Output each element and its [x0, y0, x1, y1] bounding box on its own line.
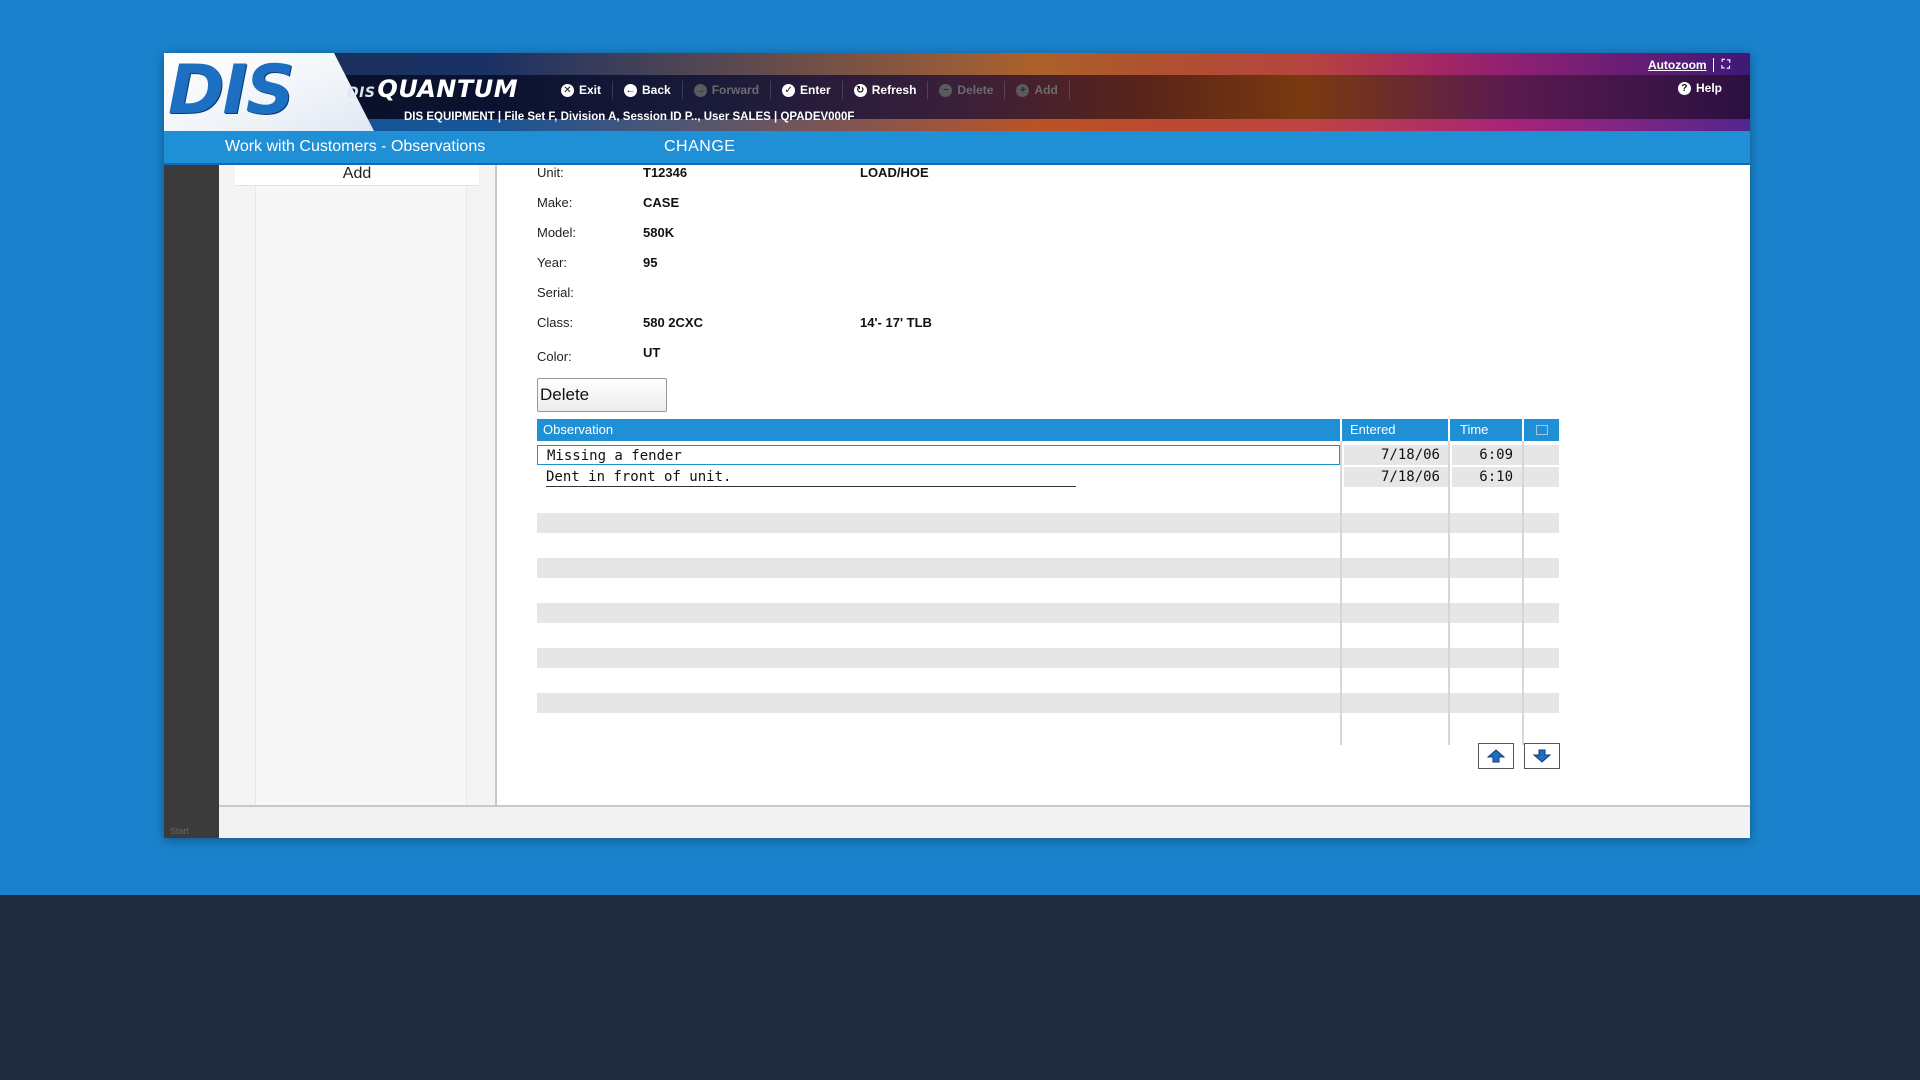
empty-row [537, 513, 1559, 533]
model-value: 580K [643, 225, 675, 240]
forward-label: Forward [711, 83, 760, 97]
brand-name: DISQUANTUM [347, 75, 518, 103]
column-observation[interactable]: Observation [543, 422, 613, 437]
serial-label: Serial: [537, 285, 574, 300]
arrow-down-icon [1533, 749, 1551, 763]
autozoom-label[interactable]: Autozoom [1648, 57, 1714, 72]
toolbar-delete-button[interactable]: − Delete [928, 81, 1006, 99]
row-end-cell [1524, 467, 1559, 487]
empty-row [537, 558, 1559, 578]
arrow-up-icon [1487, 749, 1505, 763]
session-info: DIS EQUIPMENT | File Set F, Division A, … [404, 111, 855, 123]
class-description: 14'- 17' TLB [860, 315, 932, 330]
row-end-cell [1524, 445, 1559, 465]
empty-row [537, 603, 1559, 623]
help-icon: ? [1677, 81, 1691, 95]
model-label: Model: [537, 225, 577, 240]
side-menu-panel [255, 165, 467, 805]
entered-cell: 7/18/06 [1344, 467, 1448, 487]
page-down-button[interactable] [1524, 743, 1560, 769]
class-label: Class: [537, 315, 574, 330]
time-cell: 6:09 [1452, 445, 1522, 465]
unit-label: Unit: [537, 165, 564, 180]
column-divider [1448, 419, 1450, 441]
check-icon: ✓ [782, 83, 796, 97]
empty-row [537, 693, 1559, 713]
delete-button[interactable]: Delete [537, 378, 667, 412]
observation-cell[interactable]: Missing a fender [537, 445, 1340, 465]
entered-cell: 7/18/06 [1344, 445, 1448, 465]
left-rail: Start [164, 165, 219, 838]
column-divider [1340, 419, 1342, 441]
brand-prefix: DIS [347, 85, 376, 101]
bottom-strip [219, 805, 1750, 838]
header-shine [164, 53, 1750, 75]
column-entered[interactable]: Entered [1350, 422, 1396, 437]
table-row[interactable]: Missing a fender 7/18/06 6:09 [537, 445, 1559, 465]
back-label: Back [642, 83, 671, 97]
screen-title-bar: Work with Customers - Observations CHANG… [164, 131, 1750, 165]
toolbar-add-label: Add [1034, 83, 1058, 97]
forward-icon: → [693, 83, 707, 97]
input-underline [546, 486, 1076, 487]
back-icon: ← [624, 83, 638, 97]
screen-title: Work with Customers - Observations [225, 138, 486, 155]
brand-title: QUANTUM [377, 75, 519, 103]
refresh-button[interactable]: ↻ Refresh [843, 81, 929, 99]
toolbar-delete-label: Delete [957, 83, 994, 97]
color-label: Color: [537, 349, 572, 364]
dis-logo: DIS [168, 53, 295, 130]
enter-button[interactable]: ✓ Enter [771, 81, 843, 99]
forward-button[interactable]: → Forward [683, 81, 772, 99]
grid-options-cell[interactable] [1524, 419, 1559, 441]
year-label: Year: [537, 255, 567, 270]
plus-icon: + [1016, 83, 1030, 97]
x-circle-icon: ✕ [561, 83, 574, 97]
screen-mode: CHANGE [664, 138, 736, 155]
refresh-icon: ↻ [853, 83, 867, 97]
make-label: Make: [537, 195, 573, 210]
column-line [1522, 441, 1524, 745]
exit-label: Exit [579, 83, 602, 97]
column-line [1448, 441, 1450, 745]
unit-description: LOAD/HOE [860, 165, 929, 180]
minus-icon: − [939, 83, 953, 97]
autozoom-control[interactable]: Autozoom ⛶ [1648, 57, 1730, 72]
refresh-label: Refresh [871, 83, 917, 97]
class-value: 580 2CXC [643, 315, 703, 330]
start-label[interactable]: Start [170, 826, 189, 836]
back-button[interactable]: ← Back [613, 81, 683, 99]
time-cell: 6:10 [1452, 467, 1522, 487]
color-value: UT [643, 345, 661, 360]
header-glow [164, 119, 1750, 131]
fullscreen-icon[interactable]: ⛶ [1722, 57, 1730, 72]
year-value: 95 [643, 255, 658, 270]
make-value: CASE [643, 195, 680, 210]
toolbar-add-button[interactable]: + Add [1005, 81, 1070, 99]
app-header: DIS DISQUANTUM ✕ Exit ← Back → Forward ✓… [164, 53, 1750, 131]
exit-button[interactable]: ✕ Exit [550, 81, 614, 99]
help-label: Help [1695, 81, 1722, 95]
column-line [1340, 441, 1342, 745]
side-menu: Add [219, 165, 497, 805]
unit-value: T12346 [643, 165, 688, 180]
table-row[interactable]: Dent in front of unit. 7/18/06 6:10 [537, 467, 1559, 487]
observation-cell[interactable]: Dent in front of unit. [537, 467, 1340, 487]
page-up-button[interactable] [1478, 743, 1514, 769]
grid-options-icon[interactable] [1536, 425, 1548, 435]
app-window: DIS DISQUANTUM ✕ Exit ← Back → Forward ✓… [164, 53, 1750, 838]
empty-row [537, 648, 1559, 668]
column-time[interactable]: Time [1460, 422, 1488, 437]
help-button[interactable]: ? Help [1677, 81, 1722, 95]
grid-header: Observation Entered Time [537, 419, 1559, 441]
side-menu-add[interactable]: Add [235, 165, 479, 186]
toolbar: ✕ Exit ← Back → Forward ✓ Enter ↻ Refres… [550, 81, 1070, 99]
enter-label: Enter [800, 83, 831, 97]
